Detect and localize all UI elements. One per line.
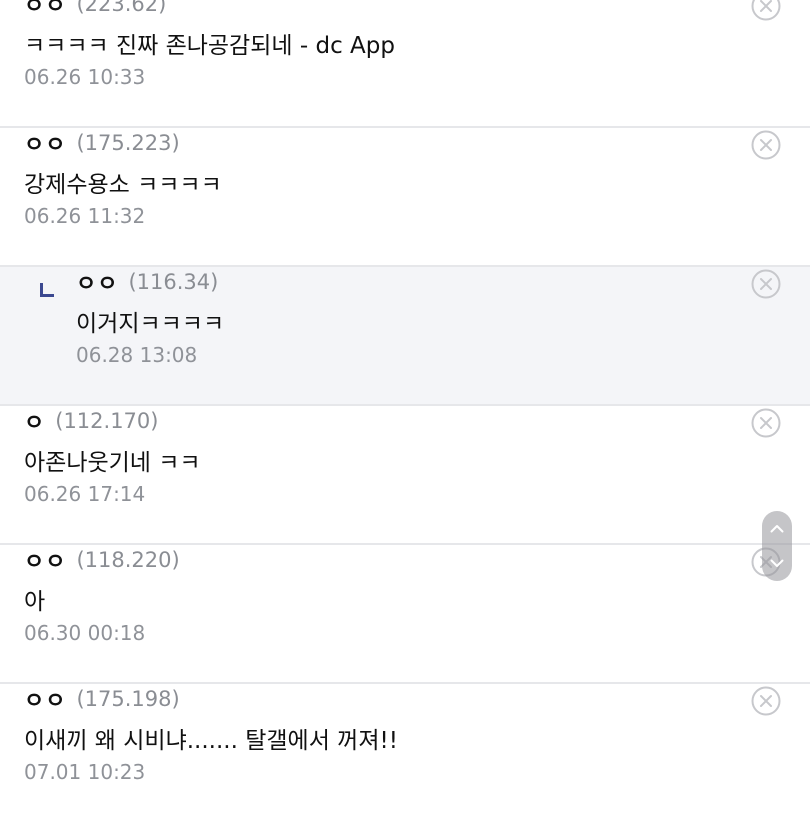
comment-nickname[interactable]: ㅇㅇ bbox=[24, 0, 66, 20]
comment-header: ㅇㅇ (116.34) bbox=[76, 267, 218, 297]
comment-header: ㅇㅇ (175.198) bbox=[24, 684, 180, 714]
comment-ip: (223.62) bbox=[76, 0, 167, 16]
comment-text: 아 bbox=[24, 589, 46, 615]
comment-date: 06.26 10:33 bbox=[24, 65, 146, 89]
comment-nickname[interactable]: ㅇ bbox=[24, 405, 45, 437]
comment-text: 강제수용소 ㅋㅋㅋㅋ bbox=[24, 172, 222, 198]
comment-header: ㅇㅇ (118.220) bbox=[24, 545, 180, 575]
comment-ip: (116.34) bbox=[128, 270, 219, 294]
comment-header: ㅇㅇ (175.223) bbox=[24, 128, 180, 158]
comment-item: ㅇ (112.170) 아존나웃기네 ㅋㅋ 06.26 17:14 bbox=[0, 406, 810, 545]
delete-comment-button[interactable] bbox=[751, 408, 781, 438]
comment-item: ㅇㅇ (175.223) 강제수용소 ㅋㅋㅋㅋ 06.26 11:32 bbox=[0, 128, 810, 267]
scroll-up-button[interactable] bbox=[762, 511, 792, 546]
close-circle-icon bbox=[751, 0, 781, 21]
comment-header: ㅇ (112.170) bbox=[24, 406, 158, 436]
comment-text: ㅋㅋㅋㅋ 진짜 존나공감되네 - dc App bbox=[24, 33, 395, 59]
close-circle-icon bbox=[751, 686, 781, 716]
chevron-up-icon bbox=[770, 525, 784, 533]
close-circle-icon bbox=[751, 269, 781, 299]
delete-comment-button[interactable] bbox=[751, 0, 781, 21]
comment-nickname[interactable]: ㅇㅇ bbox=[24, 683, 66, 715]
comment-date: 06.26 17:14 bbox=[24, 482, 146, 506]
comment-date: 06.30 00:18 bbox=[24, 621, 146, 645]
comment-ip: (112.170) bbox=[55, 409, 159, 433]
delete-comment-button[interactable] bbox=[751, 130, 781, 160]
reply-arrow-icon bbox=[40, 283, 54, 297]
comment-nickname[interactable]: ㅇㅇ bbox=[24, 127, 66, 159]
comment-date: 06.28 13:08 bbox=[76, 343, 198, 367]
delete-comment-button[interactable] bbox=[751, 686, 781, 716]
delete-comment-button[interactable] bbox=[751, 269, 781, 299]
comment-item: ㅇㅇ (175.198) 이새끼 왜 시비냐....... 탈갤에서 꺼져!! … bbox=[0, 684, 810, 819]
scroll-control bbox=[762, 511, 792, 581]
comment-nickname[interactable]: ㅇㅇ bbox=[24, 544, 66, 576]
comment-list: ㅇㅇ (223.62) ㅋㅋㅋㅋ 진짜 존나공감되네 - dc App 06.2… bbox=[0, 0, 810, 819]
comment-ip: (118.220) bbox=[76, 548, 180, 572]
comment-item: ㅇㅇ (223.62) ㅋㅋㅋㅋ 진짜 존나공감되네 - dc App 06.2… bbox=[0, 0, 810, 128]
close-circle-icon bbox=[751, 130, 781, 160]
comment-text: 이새끼 왜 시비냐....... 탈갤에서 꺼져!! bbox=[24, 728, 398, 754]
comment-text: 이거지ㅋㅋㅋㅋ bbox=[76, 311, 225, 337]
comment-ip: (175.198) bbox=[76, 687, 180, 711]
comment-ip: (175.223) bbox=[76, 131, 180, 155]
comment-nickname[interactable]: ㅇㅇ bbox=[76, 266, 118, 298]
close-circle-icon bbox=[751, 408, 781, 438]
comment-item: ㅇㅇ (118.220) 아 06.30 00:18 bbox=[0, 545, 810, 684]
comment-date: 06.26 11:32 bbox=[24, 204, 146, 228]
comment-header: ㅇㅇ (223.62) bbox=[24, 0, 166, 19]
chevron-down-icon bbox=[770, 559, 784, 567]
comment-date: 07.01 10:23 bbox=[24, 760, 146, 784]
comment-text: 아존나웃기네 ㅋㅋ bbox=[24, 450, 201, 476]
scroll-down-button[interactable] bbox=[762, 546, 792, 581]
reply-comment-item: ㅇㅇ (116.34) 이거지ㅋㅋㅋㅋ 06.28 13:08 bbox=[0, 267, 810, 406]
